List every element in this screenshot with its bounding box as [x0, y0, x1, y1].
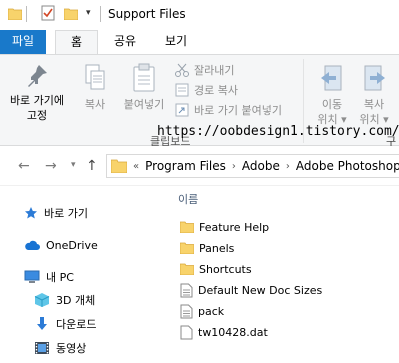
paste-shortcut-icon	[175, 103, 189, 117]
cut-button[interactable]: 잘라내기	[174, 61, 234, 79]
folder-icon	[111, 159, 127, 173]
file-name: Panels	[199, 241, 235, 255]
list-item[interactable]: Shortcuts	[180, 259, 252, 279]
pin-icon	[28, 65, 47, 87]
ribbon-tabs: 파일 홈 공유 보기	[0, 30, 399, 55]
separator	[100, 6, 101, 22]
file-name: Default New Doc Sizes	[198, 283, 323, 297]
navigation-pane: 바로 가기 OneDrive 내 PC 3D 개체 다운로드 동영상	[0, 187, 160, 363]
tab-home[interactable]: 홈	[55, 30, 98, 55]
folder-icon	[180, 221, 194, 233]
back-arrow-icon[interactable]: ←	[18, 158, 30, 174]
copy-to-icon	[364, 65, 385, 91]
separator	[26, 6, 27, 22]
move-to-icon	[321, 65, 342, 91]
sidebar-item-onedrive[interactable]: OneDrive	[24, 235, 98, 255]
chevron-right-icon[interactable]: ›	[232, 161, 236, 172]
cut-label: 잘라내기	[194, 64, 235, 77]
tab-view[interactable]: 보기	[156, 30, 196, 54]
new-folder-icon[interactable]	[64, 8, 78, 20]
sidebar-item-label: 내 PC	[46, 271, 74, 284]
film-icon	[35, 342, 49, 354]
paste-button[interactable]: 붙여넣기	[118, 63, 170, 112]
pin-to-quick-access-button[interactable]: 바로 가기에 고정	[4, 63, 70, 123]
sidebar-item-label: 바로 가기	[44, 207, 88, 220]
copy-to-label-line1: 복사	[363, 98, 385, 111]
cube-icon	[34, 293, 50, 307]
copy-to-button[interactable]: 복사 위치 ▾	[354, 63, 394, 127]
tab-file[interactable]: 파일	[0, 30, 46, 54]
navigation-bar: ← → ▾ ↑ « Program Files › Adobe › Adobe …	[0, 146, 399, 186]
download-arrow-icon	[37, 317, 47, 330]
text-file-icon	[180, 304, 193, 318]
list-item[interactable]: Panels	[180, 238, 234, 258]
cloud-icon	[25, 240, 40, 250]
copy-path-button[interactable]: 경로 복사	[174, 81, 238, 99]
dat-file-icon	[180, 325, 193, 339]
move-to-button[interactable]: 이동 위치 ▾	[312, 63, 352, 127]
list-item[interactable]: pack	[180, 301, 224, 321]
chevron-right-icon[interactable]: ›	[286, 161, 290, 172]
list-item[interactable]: Feature Help	[180, 217, 269, 237]
forward-arrow-icon[interactable]: →	[45, 158, 57, 174]
folder-icon	[180, 263, 194, 275]
sidebar-item-downloads[interactable]: 다운로드	[34, 314, 96, 334]
tab-share[interactable]: 공유	[106, 30, 144, 54]
folder-icon[interactable]	[8, 8, 22, 20]
scissors-icon	[175, 63, 189, 77]
breadcrumb-adobe[interactable]: Adobe	[242, 159, 280, 173]
pin-label-line2: 고정	[26, 109, 48, 122]
breadcrumb-adobe-photoshop[interactable]: Adobe Photoshop	[296, 159, 399, 173]
address-bar[interactable]: « Program Files › Adobe › Adobe Photosho…	[106, 154, 399, 178]
address-overflow-icon[interactable]: «	[133, 161, 139, 172]
file-name: pack	[198, 304, 225, 318]
sidebar-item-label: 동영상	[56, 342, 87, 355]
file-name: Shortcuts	[199, 262, 252, 276]
window-title: Support Files	[108, 7, 186, 21]
folder-icon	[180, 242, 194, 254]
paste-label: 붙여넣기	[123, 98, 165, 111]
customize-quick-access-icon[interactable]: ▾	[86, 8, 91, 18]
recent-locations-icon[interactable]: ▾	[71, 160, 76, 170]
paste-shortcut-label: 바로 가기 붙여넣기	[194, 104, 282, 117]
file-name: tw10428.dat	[198, 325, 268, 339]
star-icon	[25, 207, 37, 219]
title-bar: ▾ Support Files	[0, 0, 399, 30]
sidebar-item-3d-objects[interactable]: 3D 개체	[34, 290, 95, 310]
paste-shortcut-button[interactable]: 바로 가기 붙여넣기	[174, 101, 282, 119]
paste-icon	[133, 63, 155, 92]
copy-path-icon	[175, 83, 189, 97]
sidebar-item-this-pc[interactable]: 내 PC	[24, 267, 74, 287]
text-file-icon	[180, 283, 193, 297]
list-item[interactable]: tw10428.dat	[180, 322, 268, 342]
sidebar-item-label: 다운로드	[56, 318, 97, 331]
computer-icon	[24, 270, 40, 283]
pin-label-line1: 바로 가기에	[9, 94, 65, 107]
column-header-name[interactable]: 이름	[178, 191, 198, 207]
copy-icon	[85, 64, 105, 90]
file-list: 이름 Feature Help Panels Shortcuts Default…	[160, 187, 399, 363]
list-item[interactable]: Default New Doc Sizes	[180, 280, 322, 300]
sidebar-item-label: 3D 개체	[56, 294, 96, 307]
watermark-url: https://oobdesign1.tistory.com/	[157, 124, 399, 139]
breadcrumb-program-files[interactable]: Program Files	[145, 159, 226, 173]
sidebar-item-quick-access[interactable]: 바로 가기	[24, 203, 88, 223]
copy-path-label: 경로 복사	[194, 84, 238, 97]
sidebar-item-label: OneDrive	[46, 238, 98, 252]
move-to-label-line1: 이동	[321, 98, 343, 111]
copy-label: 복사	[84, 98, 106, 111]
up-arrow-icon[interactable]: ↑	[86, 158, 98, 174]
file-name: Feature Help	[199, 220, 270, 234]
copy-button[interactable]: 복사	[76, 63, 114, 112]
sidebar-item-videos[interactable]: 동영상	[34, 338, 86, 358]
properties-icon[interactable]	[41, 5, 55, 21]
